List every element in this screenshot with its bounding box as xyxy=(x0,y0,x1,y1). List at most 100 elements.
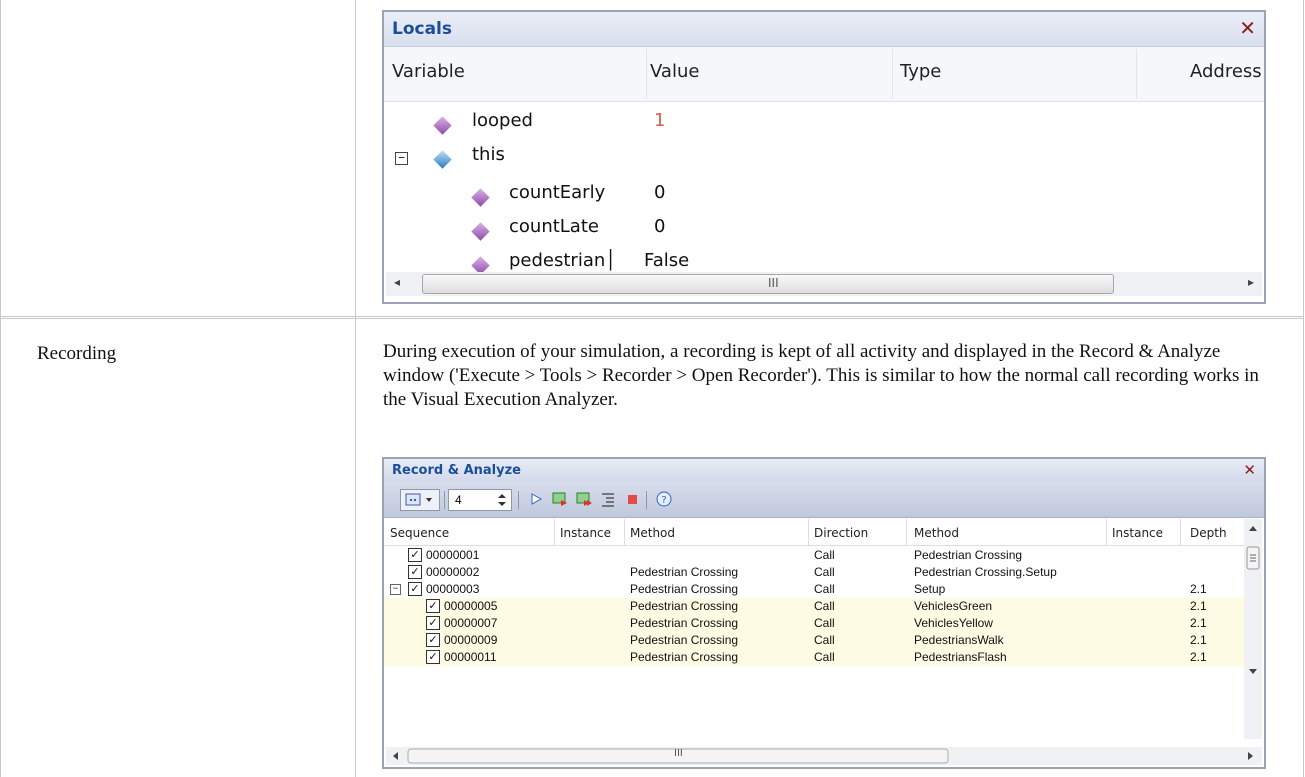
column-instance[interactable]: Instance xyxy=(560,526,611,540)
sequence-cell: 00000005 xyxy=(444,599,498,613)
row-checkbox[interactable]: ✓ xyxy=(426,650,440,664)
grip-icon: III xyxy=(768,276,779,290)
direction-cell: Call xyxy=(814,650,835,664)
depth-spinner[interactable]: 4 xyxy=(448,489,512,511)
variable-value: 1 xyxy=(654,110,666,131)
column-depth[interactable]: Depth xyxy=(1190,526,1227,540)
view-mode-dropdown[interactable] xyxy=(400,489,440,511)
step-record-icon[interactable] xyxy=(576,491,592,507)
direction-cell: Call xyxy=(814,616,835,630)
table-row[interactable]: ✓ 00000005 Pedestrian Crossing Call Vehicles… xyxy=(384,598,1244,615)
recording-description: During execution of your simulation, a r… xyxy=(383,341,1259,410)
row-checkbox[interactable]: ✓ xyxy=(408,548,422,562)
svg-text:?: ? xyxy=(661,495,666,506)
sequence-cell: 00000002 xyxy=(426,565,480,579)
table-row[interactable]: ✓ 00000002 Pedestrian Crossing Call Pedestri… xyxy=(384,564,1244,581)
direction-cell: Call xyxy=(814,599,835,613)
column-method[interactable]: Method xyxy=(630,526,675,540)
depth-cell: 2.1 xyxy=(1190,633,1207,647)
scroll-right-icon[interactable]: ▸ xyxy=(1248,275,1254,289)
column-variable[interactable]: Variable xyxy=(392,61,465,82)
row-checkbox[interactable]: ✓ xyxy=(426,616,440,630)
blue-object-icon xyxy=(433,150,452,169)
horizontal-scrollbar[interactable]: III xyxy=(386,747,1262,765)
row-checkbox[interactable]: ✓ xyxy=(408,582,422,596)
variable-name: countEarly xyxy=(509,182,606,203)
column-instance-target[interactable]: Instance xyxy=(1112,526,1163,540)
table-row[interactable]: − ✓ 00000003 Pedestrian Crossing Call Setup 2.… xyxy=(384,581,1244,598)
collapse-icon[interactable]: − xyxy=(390,584,401,595)
target-method-cell: Pedestrian Crossing.Setup xyxy=(914,565,1057,579)
close-icon[interactable]: ✕ xyxy=(1243,461,1256,479)
method-cell: Pedestrian Crossing xyxy=(630,633,739,647)
depth-value: 4 xyxy=(455,493,462,507)
method-cell: Pedestrian Crossing xyxy=(630,616,739,630)
table-row[interactable]: ✓ 00000011 Pedestrian Crossing Call Pedestri… xyxy=(384,649,1244,666)
column-type[interactable]: Type xyxy=(900,61,941,82)
table-row[interactable]: ✓ 00000001 Call Pedestrian Crossing xyxy=(384,547,1244,564)
variable-value: 0 xyxy=(654,182,666,203)
indent-list-icon[interactable] xyxy=(600,491,616,507)
depth-cell: 2.1 xyxy=(1190,599,1207,613)
sequence-cell: 00000001 xyxy=(426,548,480,562)
variable-name: countLate xyxy=(509,216,599,237)
target-method-cell: Setup xyxy=(914,582,946,596)
column-address[interactable]: Address xyxy=(1190,61,1262,82)
vertical-scrollbar[interactable] xyxy=(1244,519,1262,739)
depth-cell: 2.1 xyxy=(1190,616,1207,630)
method-cell: Pedestrian Crossing xyxy=(630,599,739,613)
locals-row[interactable]: − this xyxy=(384,140,1244,174)
stop-icon[interactable] xyxy=(624,491,640,507)
sequence-cell: 00000011 xyxy=(444,650,497,664)
locals-title: Locals xyxy=(392,19,453,39)
vertical-scroll-arrows[interactable] xyxy=(1244,519,1262,739)
target-method-cell: PedestriansWalk xyxy=(914,633,1004,647)
locals-row[interactable]: countEarly 0 xyxy=(384,178,1244,212)
collapse-icon[interactable]: − xyxy=(395,152,408,165)
locals-column-header: Variable Value Type Address xyxy=(384,47,1264,102)
recording-label: Recording xyxy=(37,343,117,364)
variable-name: pedestrian│ xyxy=(509,250,617,271)
horizontal-scrollbar[interactable]: ◂ III ▸ xyxy=(386,272,1262,296)
help-icon[interactable]: ? xyxy=(656,491,672,507)
target-method-cell: PedestriansFlash xyxy=(914,650,1007,664)
column-value[interactable]: Value xyxy=(650,61,699,82)
scrollbar-thumb[interactable]: III xyxy=(422,274,1114,294)
locals-row[interactable]: looped 1 xyxy=(384,106,1244,140)
variable-value: 0 xyxy=(654,216,666,237)
sequence-cell: 00000009 xyxy=(444,633,498,647)
sequence-cell: 00000003 xyxy=(426,582,480,596)
locals-row[interactable]: countLate 0 xyxy=(384,212,1244,246)
table-row[interactable]: ✓ 00000009 Pedestrian Crossing Call Pedestri… xyxy=(384,632,1244,649)
row-checkbox[interactable]: ✓ xyxy=(426,633,440,647)
locals-title-bar: Locals ✕ xyxy=(384,12,1264,47)
variable-value: False xyxy=(644,250,690,271)
direction-cell: Call xyxy=(814,565,835,579)
method-cell: Pedestrian Crossing xyxy=(630,582,739,596)
recorder-toolbar: 4 ? xyxy=(384,483,1264,518)
target-method-cell: Pedestrian Crossing xyxy=(914,548,1023,562)
column-sequence[interactable]: Sequence xyxy=(390,526,449,540)
direction-cell: Call xyxy=(814,582,835,596)
table-row[interactable]: ✓ 00000007 Pedestrian Crossing Call Vehicles… xyxy=(384,615,1244,632)
spinner-arrows-icon[interactable] xyxy=(497,492,507,508)
scroll-left-icon[interactable]: ◂ xyxy=(394,275,400,289)
method-cell: Pedestrian Crossing xyxy=(630,650,739,664)
row-checkbox[interactable]: ✓ xyxy=(408,565,422,579)
record-icon[interactable] xyxy=(552,491,568,507)
close-icon[interactable]: ✕ xyxy=(1239,16,1256,40)
direction-cell: Call xyxy=(814,548,835,562)
run-icon[interactable] xyxy=(528,491,544,507)
grip-icon: III xyxy=(674,748,683,759)
variable-name: this xyxy=(472,144,505,165)
recorder-column-header: Sequence Instance Method Direction Metho… xyxy=(384,519,1244,546)
horizontal-scroll-arrows[interactable] xyxy=(386,747,1266,765)
target-method-cell: VehiclesYellow xyxy=(914,616,993,630)
column-direction[interactable]: Direction xyxy=(814,526,868,540)
recorder-title-bar: Record & Analyze ✕ xyxy=(384,459,1264,483)
row-checkbox[interactable]: ✓ xyxy=(426,599,440,613)
view-mode-icon xyxy=(405,493,432,506)
column-method-target[interactable]: Method xyxy=(914,526,959,540)
purple-member-icon xyxy=(433,116,452,135)
variable-name: looped xyxy=(472,110,533,131)
